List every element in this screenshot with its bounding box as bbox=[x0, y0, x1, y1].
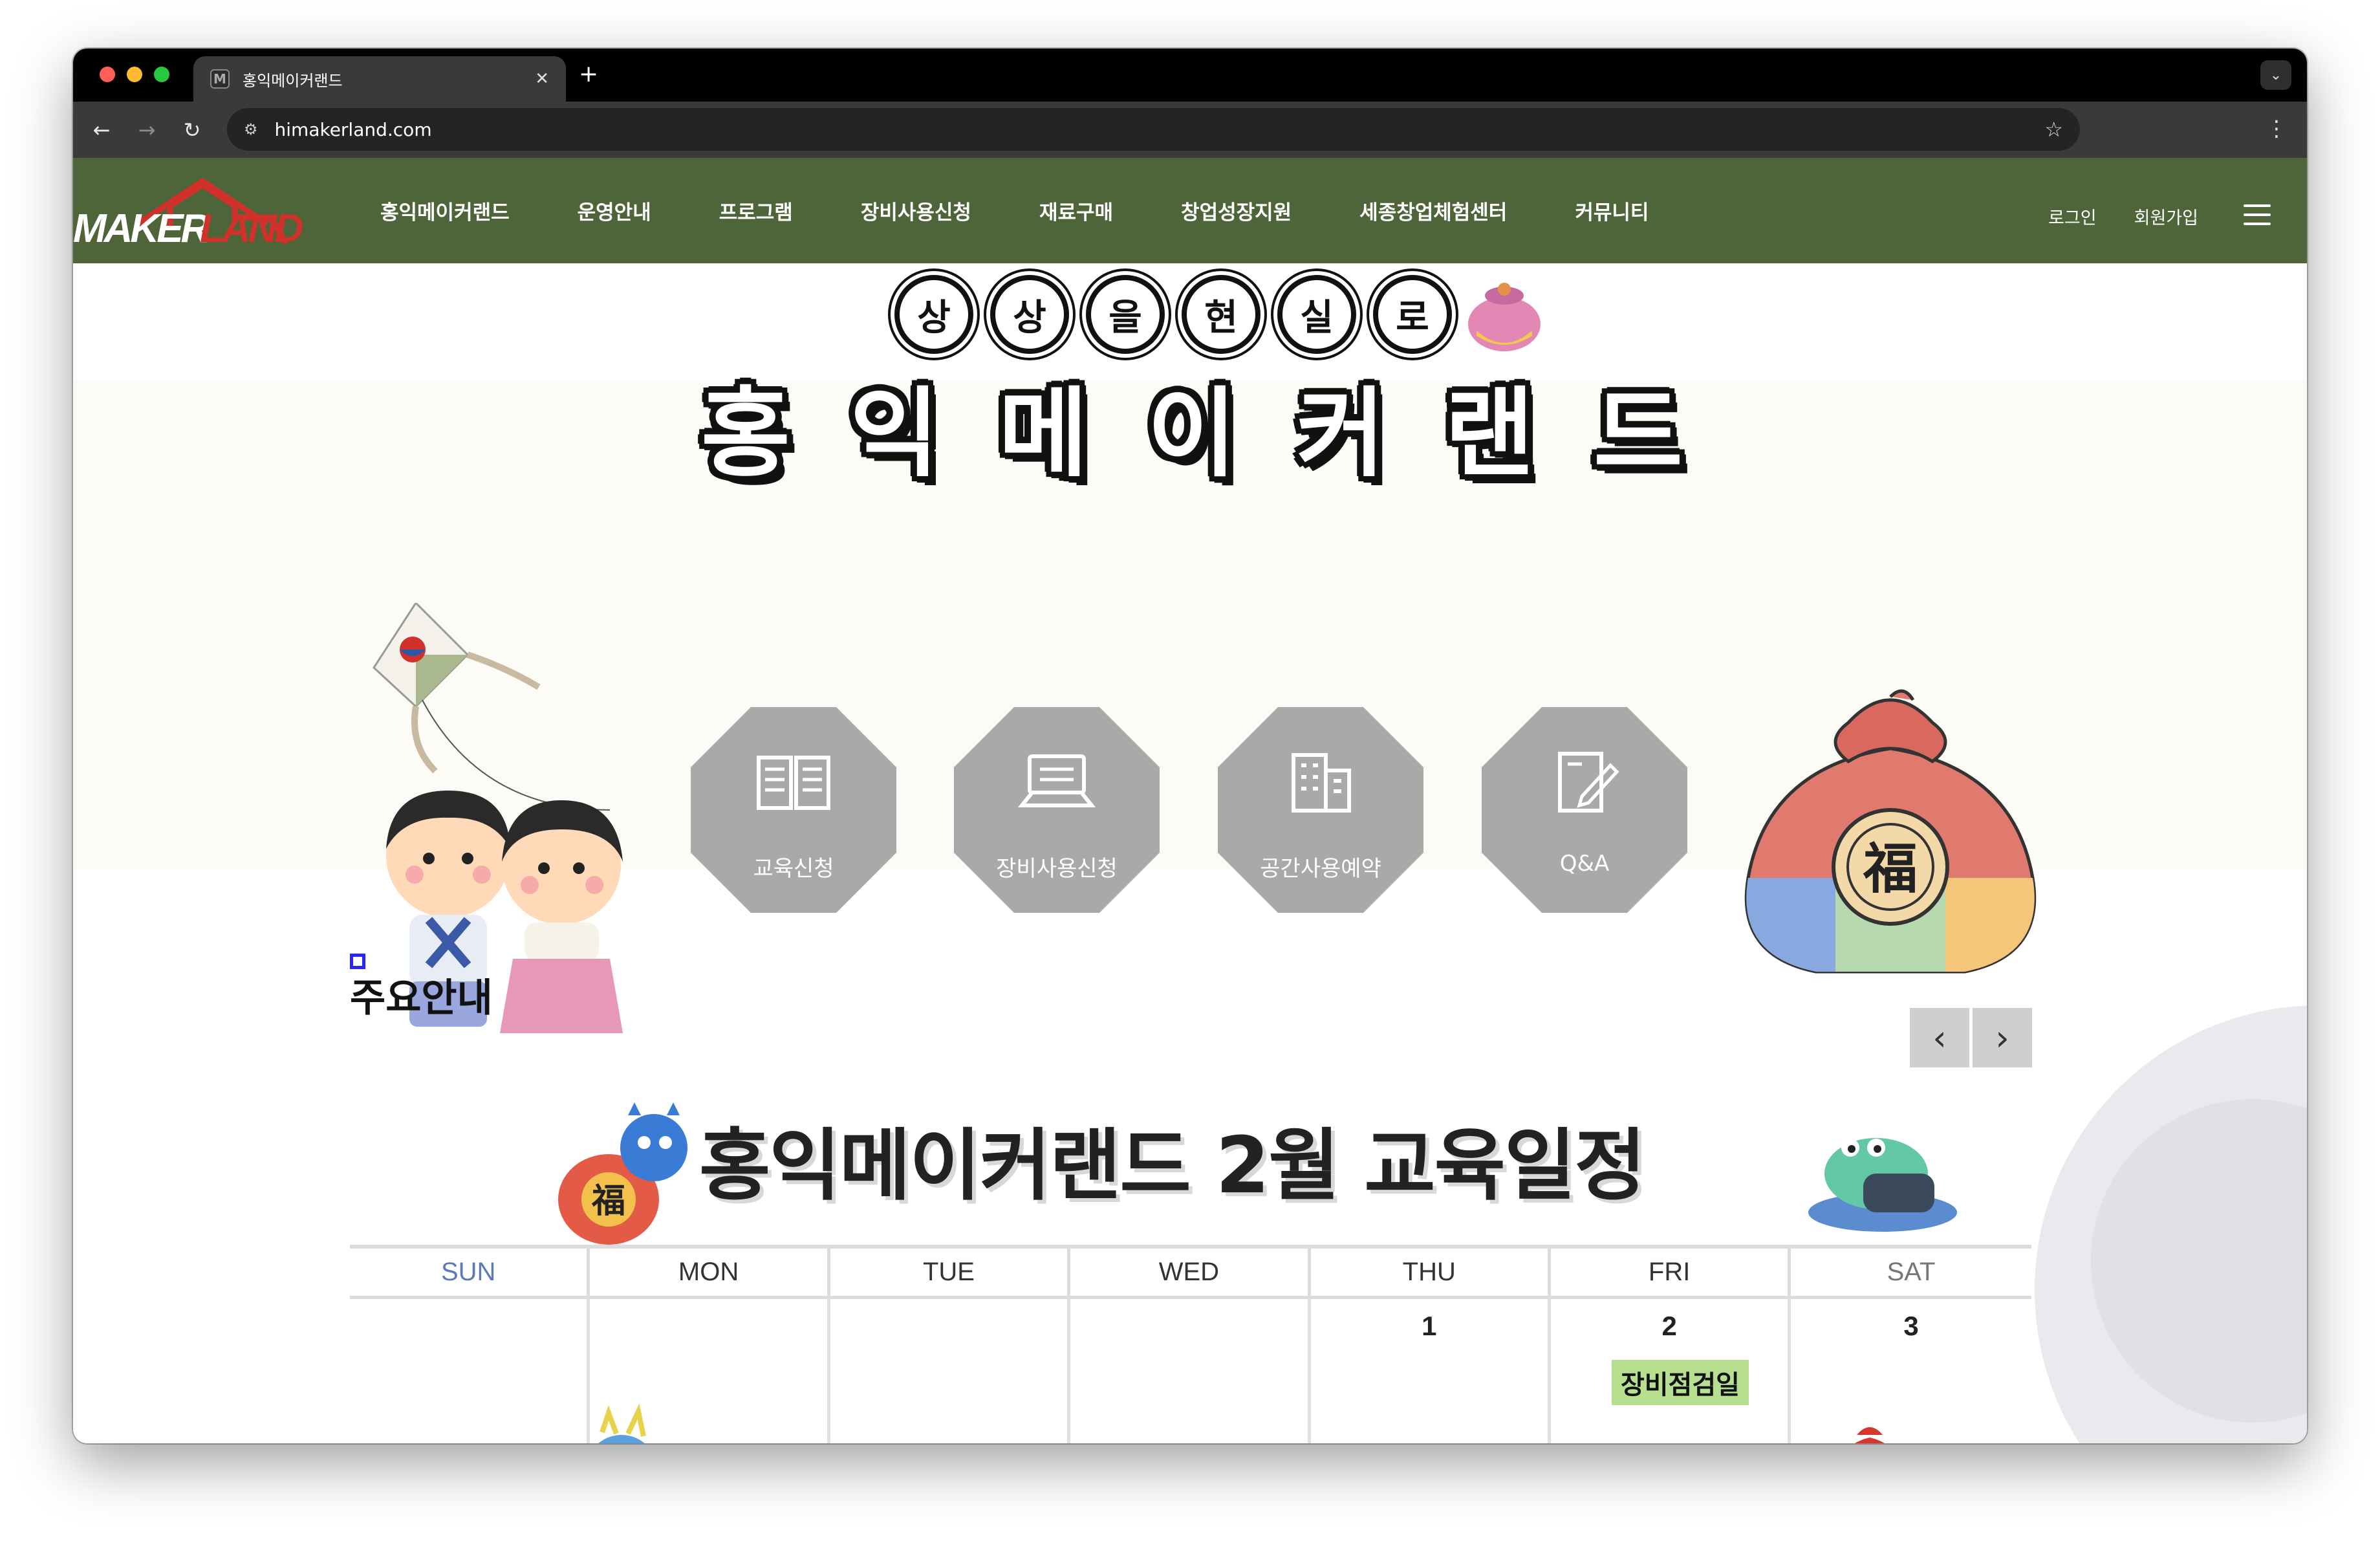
title-char: 익 bbox=[849, 377, 939, 490]
calendar-day: 1 bbox=[1311, 1299, 1551, 1443]
hero-tagline: 상 상 을 현 실 로 bbox=[894, 275, 1452, 354]
title-char: 커 bbox=[1295, 377, 1385, 490]
crocodile-illustration bbox=[1808, 1138, 1957, 1232]
nav-item-himakerland[interactable]: 홍익메이커랜드 bbox=[380, 196, 510, 225]
browser-menu-icon[interactable]: ⋮ bbox=[2266, 116, 2288, 142]
site-logo[interactable]: MAKER LAND bbox=[73, 172, 303, 256]
login-link[interactable]: 로그인 bbox=[2048, 204, 2097, 229]
forward-arrow-icon[interactable]: → bbox=[131, 115, 162, 146]
close-tab-icon[interactable]: ✕ bbox=[535, 69, 549, 89]
lucky-pouch-icon bbox=[1468, 283, 1541, 351]
tagline-char: 을 bbox=[1086, 275, 1165, 354]
nav-item-equipment-request[interactable]: 장비사용신청 bbox=[861, 196, 971, 225]
day-number: 2 bbox=[1661, 1311, 1677, 1341]
close-window-button[interactable] bbox=[100, 67, 115, 82]
logo-text-maker: MAKER bbox=[73, 206, 210, 251]
calendar-weekday-row: SUN MON TUE WED THU FRI SAT bbox=[350, 1245, 2031, 1299]
edit-note-icon bbox=[1558, 752, 1619, 813]
tagline-char: 상 bbox=[894, 275, 973, 354]
address-bar[interactable]: ⚙ himakerland.com ☆ bbox=[227, 108, 2080, 151]
nav-item-startup-support[interactable]: 창업성장지원 bbox=[1181, 196, 1292, 225]
calendar-day: 3 bbox=[1791, 1299, 2031, 1443]
browser-titlebar: M 홍익메이커랜드 ✕ + ⌄ bbox=[73, 49, 2307, 102]
maximize-window-button[interactable] bbox=[154, 67, 169, 82]
education-schedule-poster[interactable]: 福 홍익메이커랜드 2월 교육일정 SUN MON TUE WED THU FR… bbox=[350, 1102, 2031, 1443]
red-pouch-illustration bbox=[1855, 1427, 1885, 1443]
calendar-day bbox=[830, 1299, 1071, 1443]
section-title: 주요안내 bbox=[350, 976, 493, 1021]
blue-dragon-illustration bbox=[598, 1403, 646, 1443]
new-tab-button[interactable]: + bbox=[579, 61, 598, 87]
carousel-prev-button[interactable]: ‹ bbox=[1910, 1008, 1969, 1067]
tagline-char: 상 bbox=[990, 275, 1069, 354]
nav-item-community[interactable]: 커뮤니티 bbox=[1575, 196, 1649, 225]
tab-search-button[interactable]: ⌄ bbox=[2260, 60, 2291, 90]
tagline-char: 현 bbox=[1182, 275, 1260, 354]
dragon-pouch-illustration: 福 bbox=[558, 1102, 687, 1245]
tagline-char: 로 bbox=[1373, 275, 1452, 354]
carousel-next-button[interactable]: › bbox=[1973, 1008, 2032, 1067]
notice-section: 주요안내 ‹ › 福 홍익메이커랜드 2월 교육일정 SUN MON TUE W… bbox=[73, 869, 2307, 1443]
site-settings-icon[interactable]: ⚙ bbox=[244, 120, 258, 138]
weekday-sun: SUN bbox=[350, 1249, 590, 1296]
title-char: 이 bbox=[1147, 377, 1237, 490]
favicon-icon: M bbox=[210, 69, 230, 89]
nav-item-material-purchase[interactable]: 재료구매 bbox=[1039, 196, 1113, 225]
weekday-thu: THU bbox=[1311, 1249, 1551, 1296]
weekday-tue: TUE bbox=[830, 1249, 1071, 1296]
logo-text-land: LAND bbox=[200, 206, 303, 251]
bookmark-star-icon[interactable]: ☆ bbox=[2044, 117, 2063, 142]
signup-link[interactable]: 회원가입 bbox=[2134, 204, 2198, 229]
weekday-wed: WED bbox=[1070, 1249, 1311, 1296]
nav-item-sejong-center[interactable]: 세종창업체험센터 bbox=[1359, 196, 1507, 225]
day-number: 3 bbox=[1903, 1311, 1919, 1341]
reload-icon[interactable]: ↻ bbox=[177, 115, 208, 146]
account-links: 로그인 회원가입 bbox=[2011, 158, 2198, 263]
nav-item-operation-info[interactable]: 운영안내 bbox=[578, 196, 651, 225]
tagline-char: 실 bbox=[1277, 275, 1356, 354]
title-char: 랜 bbox=[1444, 377, 1534, 490]
calendar-event: 장비점검일 bbox=[1611, 1360, 1749, 1405]
svg-text:福: 福 bbox=[591, 1181, 625, 1221]
poster-title: 홍익메이커랜드 2월 교육일정 bbox=[699, 1121, 1646, 1211]
open-book-icon bbox=[757, 756, 830, 810]
browser-window: M 홍익메이커랜드 ✕ + ⌄ ← → ↻ ⚙ himakerland.com … bbox=[73, 49, 2307, 1443]
page-viewport: MAKER LAND 홍익메이커랜드 운영안내 프로그램 장비사용신청 재료구매… bbox=[73, 158, 2307, 1443]
weekday-mon: MON bbox=[590, 1249, 830, 1296]
hero-title: 홍 익 메 이 커 랜 드 bbox=[681, 360, 1703, 490]
title-char: 홍 bbox=[700, 377, 790, 490]
back-arrow-icon[interactable]: ← bbox=[86, 115, 117, 146]
browser-tab[interactable]: M 홍익메이커랜드 ✕ bbox=[193, 56, 566, 102]
url-text[interactable]: himakerland.com bbox=[275, 119, 2045, 140]
hero-section: 상 상 을 현 실 로 홍 익 메 이 커 랜 드 교육신청 장비사용신청 공간… bbox=[73, 263, 2307, 1033]
tab-title: 홍익메이커랜드 bbox=[243, 71, 343, 90]
building-icon bbox=[1292, 753, 1351, 813]
main-navigation: 홍익메이커랜드 운영안내 프로그램 장비사용신청 재료구매 창업성장지원 세종창… bbox=[380, 158, 1716, 263]
calendar-day bbox=[350, 1299, 590, 1443]
calendar-day: 2 장비점검일 bbox=[1551, 1299, 1791, 1443]
site-header: MAKER LAND 홍익메이커랜드 운영안내 프로그램 장비사용신청 재료구매… bbox=[73, 158, 2307, 263]
title-char: 메 bbox=[998, 377, 1088, 490]
day-number: 1 bbox=[1422, 1311, 1437, 1341]
nav-item-program[interactable]: 프로그램 bbox=[719, 196, 793, 225]
hamburger-menu-icon[interactable] bbox=[2244, 204, 2271, 225]
laptop-icon bbox=[1018, 754, 1096, 807]
browser-toolbar: ← → ↻ ⚙ himakerland.com ☆ ⋮ bbox=[73, 102, 2307, 158]
weekday-sat: SAT bbox=[1887, 1258, 1936, 1286]
weekday-fri: FRI bbox=[1551, 1249, 1791, 1296]
calendar-day bbox=[1070, 1299, 1311, 1443]
title-char: 드 bbox=[1593, 377, 1683, 490]
minimize-window-button[interactable] bbox=[127, 67, 142, 82]
